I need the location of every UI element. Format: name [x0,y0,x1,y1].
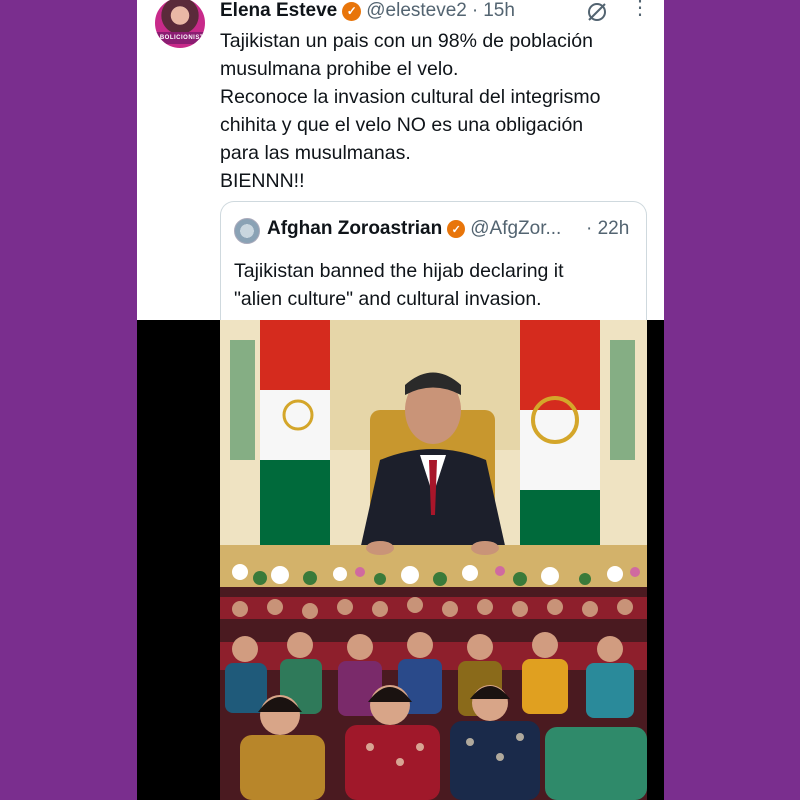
avatar-band-text: ABOLICIONISTA [155,32,205,44]
author-handle[interactable]: @elesteve2 [366,0,467,22]
tweet-line: musulmana prohibe el velo. [220,58,459,80]
quoted-tweet-text: Tajikistan banned the hijab declaring it… [234,257,634,313]
tweet-text: Tajikistan un pais con un 98% de poblaci… [220,27,660,195]
tweet-time[interactable]: 15h [483,0,515,22]
tweet-line: para las musulmanas. [220,142,411,164]
quoted-author-avatar[interactable] [234,218,260,244]
quoted-line: Tajikistan banned the hijab declaring it [234,260,564,282]
tweet-line: chihita y que el velo NO es una obligaci… [220,114,584,136]
quoted-author-handle[interactable]: @AfgZor... [470,218,561,240]
grok-icon[interactable] [585,0,609,24]
author-name[interactable]: Elena Esteve [220,0,337,22]
verified-badge-icon: ✓ [342,1,362,21]
tweet-line: Tajikistan un pais con un 98% de poblaci… [220,30,593,52]
author-avatar[interactable]: ABOLICIONISTA [153,0,207,50]
tweet-line: BIENNN!! [220,170,305,192]
quoted-author-name[interactable]: Afghan Zoroastrian [267,218,442,240]
quoted-line: "alien culture" and cultural invasion. [234,288,542,310]
attached-photo[interactable] [220,320,647,800]
more-options-icon[interactable]: ⋮ [630,0,650,18]
tweet-header: Elena Esteve ✓ @elesteve2 · 15h [220,0,515,22]
separator-dot: · [471,0,479,21]
quoted-tweet-header: Afghan Zoroastrian ✓ @AfgZor... [267,218,561,240]
tweet-line: Reconoce la invasion cultural del integr… [220,86,601,108]
photo-president-at-desk [220,320,647,587]
photo-women-audience [220,587,647,800]
tweet-card[interactable]: ABOLICIONISTA Elena Esteve ✓ @elesteve2 … [137,0,664,341]
quoted-tweet-time[interactable]: · 22h [586,218,629,240]
verified-badge-icon: ✓ [447,220,466,238]
